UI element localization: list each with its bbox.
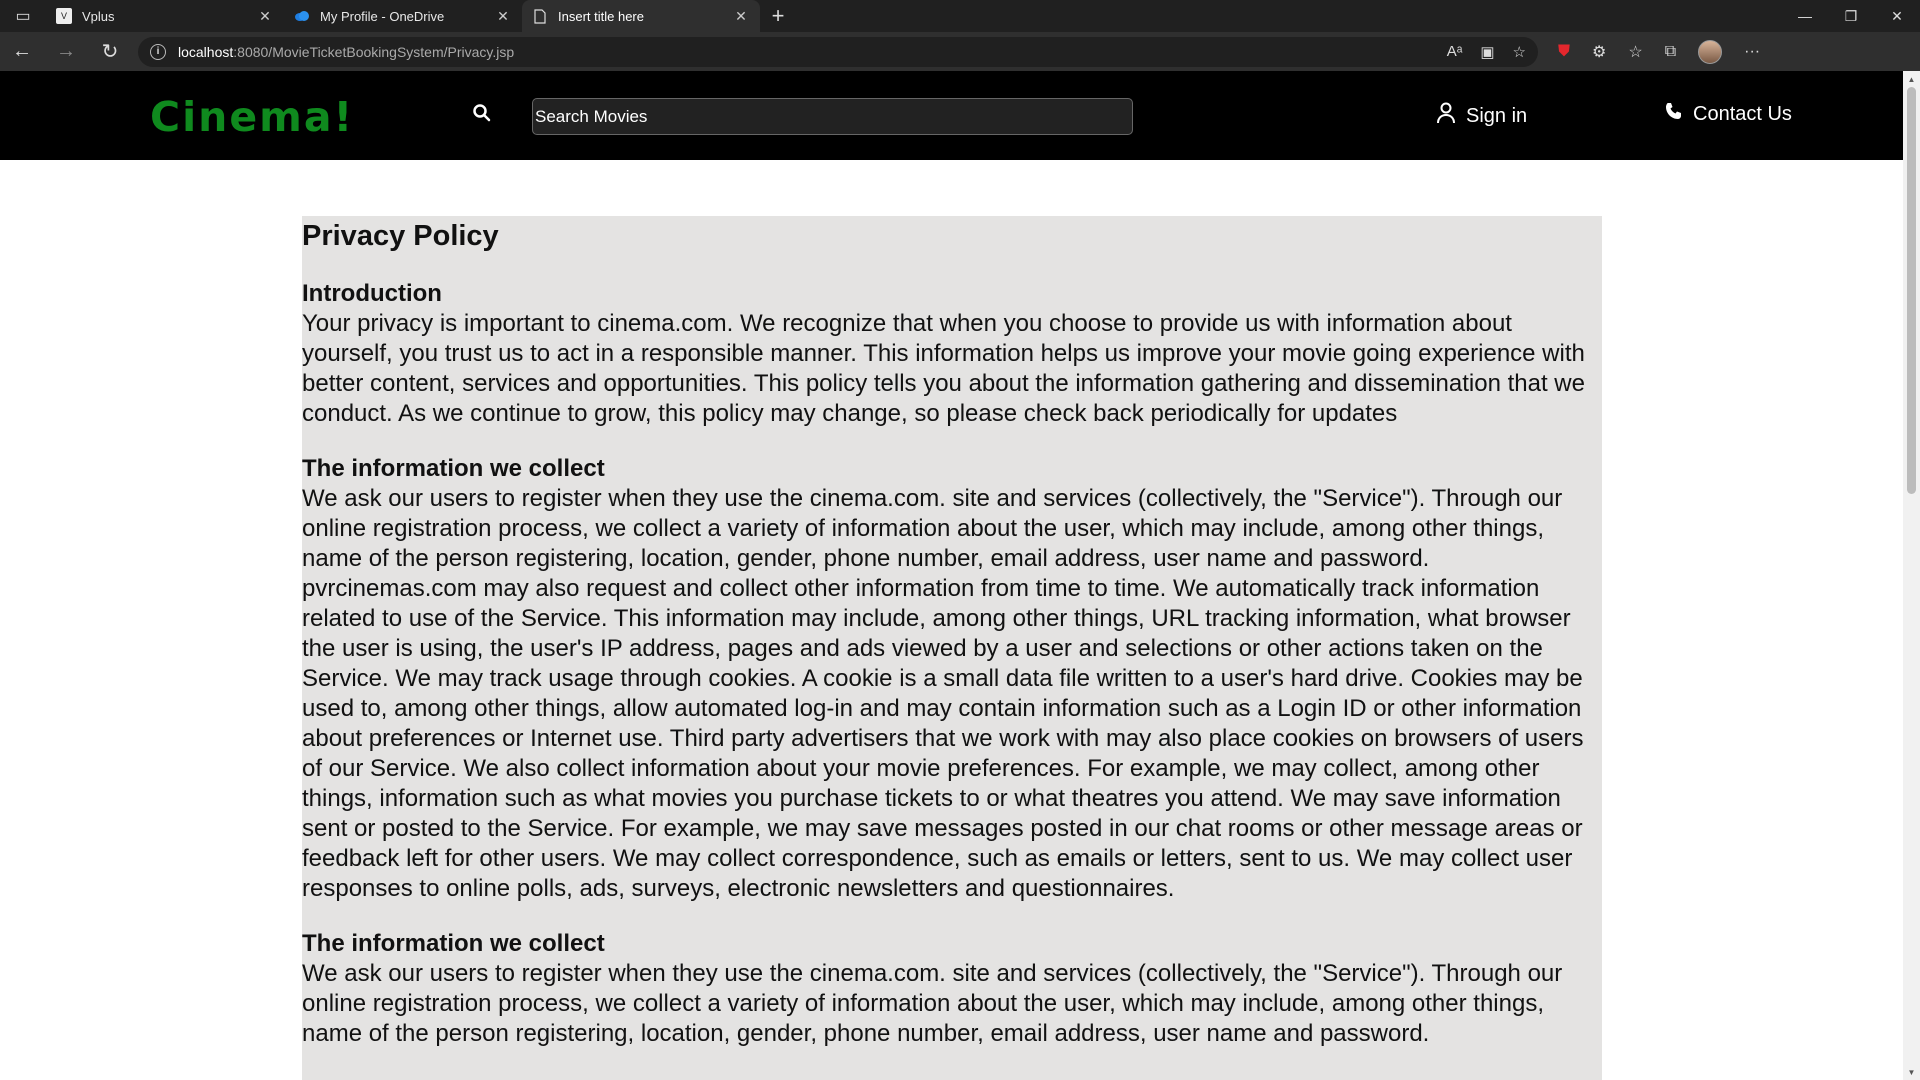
url-path: :8080/MovieTicketBookingSystem/Privacy.j… <box>233 43 515 60</box>
section-body: Your privacy is important to cinema.com.… <box>302 310 1585 427</box>
extensions-icon[interactable]: ⚙ <box>1592 42 1606 62</box>
close-window-icon[interactable]: ✕ <box>1874 0 1920 32</box>
search-input[interactable] <box>532 98 1133 135</box>
favorites-icon[interactable]: ☆ <box>1628 42 1642 62</box>
address-bar[interactable]: i localhost :8080/MovieTicketBookingSyst… <box>138 36 1538 67</box>
scroll-thumb[interactable] <box>1907 87 1916 494</box>
policy-section: Introduction Your privacy is important t… <box>302 279 1602 429</box>
tab-title: My Profile - OneDrive <box>320 8 445 24</box>
browser-toolbar: ← → ↻ i localhost :8080/MovieTicketBooki… <box>0 32 1920 71</box>
window-controls: — ❐ ✕ <box>1782 0 1920 32</box>
profile-avatar[interactable] <box>1698 39 1723 64</box>
onedrive-favicon <box>294 8 310 24</box>
refresh-icon[interactable]: ↻ <box>88 34 132 70</box>
tab-close-icon[interactable]: ✕ <box>494 7 512 25</box>
forward-icon[interactable]: → <box>44 34 88 70</box>
phone-icon <box>1665 102 1683 126</box>
immersive-reader-icon[interactable]: ▣ <box>1480 43 1494 61</box>
section-heading: The information we collect <box>302 930 605 957</box>
page-title: Privacy Policy <box>302 220 499 252</box>
tab-strip: ▭ V Vplus ✕ My Profile - OneDrive ✕ Inse… <box>0 0 1920 32</box>
site-logo[interactable]: Cinema! <box>150 93 354 141</box>
address-actions: Aᵃ ▣ ☆ <box>1447 43 1526 61</box>
sign-in-label: Sign in <box>1466 104 1528 127</box>
section-heading: Introduction <box>302 280 442 307</box>
contact-us-label: Contact Us <box>1693 102 1792 125</box>
toolbar-right-actions: ⛊ ⚙ ☆ ⧉ ··· <box>1558 39 1760 64</box>
tab-onedrive[interactable]: My Profile - OneDrive ✕ <box>284 0 522 32</box>
vplus-favicon: V <box>56 8 72 24</box>
user-icon <box>1436 102 1456 130</box>
page-viewport: Cinema! Sign in Contact Us Privacy Polic… <box>0 71 1903 1080</box>
back-icon[interactable]: ← <box>0 34 44 70</box>
tab-title: Insert title here <box>558 8 644 24</box>
policy-section: The information we collect We ask our us… <box>302 929 1602 1049</box>
url-host: localhost <box>178 43 234 60</box>
tab-close-icon[interactable]: ✕ <box>256 7 274 25</box>
section-body: We ask our users to register when they u… <box>302 485 1584 902</box>
search-icon[interactable] <box>472 103 494 125</box>
sign-in-link[interactable]: Sign in <box>1436 102 1527 130</box>
page-icon <box>532 8 548 24</box>
scroll-down-icon[interactable]: ▼ <box>1903 1064 1920 1080</box>
new-tab-button[interactable]: + <box>760 0 796 32</box>
restore-icon[interactable]: ❐ <box>1828 0 1874 32</box>
tab-actions-icon[interactable]: ▭ <box>0 0 46 32</box>
tab-vplus[interactable]: V Vplus ✕ <box>46 0 284 32</box>
contact-us-link[interactable]: Contact Us <box>1665 102 1792 126</box>
site-header: Cinema! Sign in Contact Us <box>0 71 1903 160</box>
browser-chrome: ▭ V Vplus ✕ My Profile - OneDrive ✕ Inse… <box>0 0 1920 71</box>
tab-insert-title[interactable]: Insert title here ✕ <box>522 0 760 32</box>
site-info-icon[interactable]: i <box>150 43 166 60</box>
privacy-content: Privacy Policy Introduction Your privacy… <box>302 216 1602 1080</box>
scroll-up-icon[interactable]: ▲ <box>1903 71 1920 87</box>
policy-section: The information we collect We ask our us… <box>302 454 1602 904</box>
tab-title: Vplus <box>82 8 115 24</box>
read-aloud-icon[interactable]: Aᵃ <box>1447 43 1463 61</box>
tab-close-icon[interactable]: ✕ <box>732 7 750 25</box>
section-body: We ask our users to register when they u… <box>302 960 1563 1047</box>
collections-icon[interactable]: ⧉ <box>1665 43 1676 61</box>
more-menu-icon[interactable]: ··· <box>1744 43 1760 61</box>
minimize-icon[interactable]: — <box>1782 0 1828 32</box>
section-heading: The information we collect <box>302 455 605 482</box>
vertical-scrollbar[interactable]: ▲ ▼ <box>1903 71 1920 1080</box>
shield-extension-icon[interactable]: ⛊ <box>1558 43 1570 61</box>
favorite-star-icon[interactable]: ☆ <box>1513 43 1526 61</box>
